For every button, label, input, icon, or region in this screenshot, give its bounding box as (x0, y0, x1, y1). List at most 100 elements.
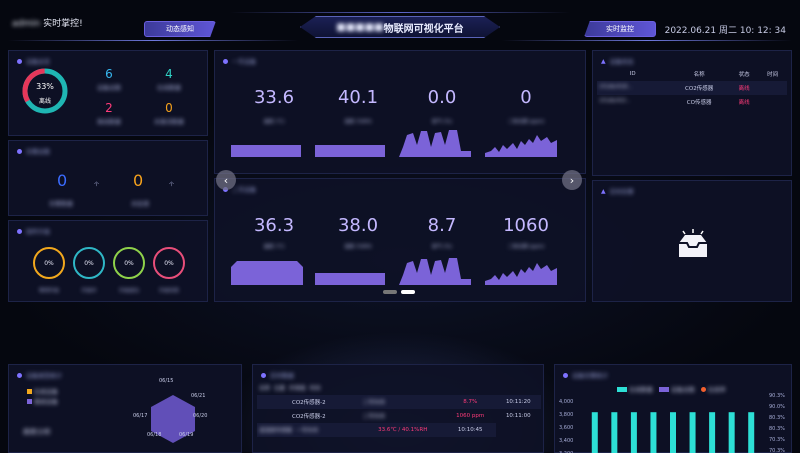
datetime: 2022.06.21 周二 10: 12: 34 (664, 26, 786, 36)
realtime-alarm-panel: ▲ 实时告警 (592, 180, 792, 302)
empty-inbox-icon (679, 229, 707, 257)
panel-title: 设备总览 (17, 57, 50, 66)
temp-value: 36.3 (253, 215, 295, 236)
sensor-card-2: 二号设备 36.3 38.0 8.7 1060 温度 (℃) 湿度 (%RH) … (214, 178, 586, 302)
panel-title: 实时数据 (261, 371, 294, 380)
bar (748, 412, 755, 453)
device-overview-panel: 设备总览 33% 离线 6 设备总数 4 在线数量 2 离线数量 0 未激活数量 (8, 50, 208, 136)
upgrade-ring-4: 0% (153, 247, 185, 279)
device-stats-chart: 4,0003,8003,6003,4003,20090.3%90.0%80.3%… (559, 393, 785, 453)
bar (611, 412, 618, 453)
header-line-left (8, 40, 298, 41)
bar (709, 412, 716, 453)
upgrade-ring-1: 0% (33, 247, 65, 279)
realtime-data-panel: 实时数据 名称 位置 环境值 时间 CO2传感器-2 二号车间 8.7% 10:11:20 … (252, 364, 544, 453)
table-row[interactable]: CO2传感器-2 二号车间 1060 ppm 10:11:00 (257, 409, 541, 423)
y2-tick-label: 70.3% (769, 437, 785, 443)
co2-sparkline (485, 263, 557, 285)
bullet-icon (17, 373, 22, 378)
online-rate-donut (22, 68, 68, 114)
triangle-icon: ▲ (601, 58, 606, 65)
device-stats-chart-panel: 设备告警统计 在线数量 设备总数 在线率 4,000 3,800 3,600 3,40… (554, 364, 792, 453)
panel-title: 固件升级 (17, 227, 50, 236)
triangle-icon: ▲ (601, 188, 606, 195)
panel-title: ▲ 设备状态 (601, 58, 634, 66)
carousel-dot-1[interactable] (383, 290, 397, 294)
carousel-dot-2[interactable] (401, 290, 415, 294)
humidity-value: 40.1 (337, 87, 379, 108)
co2-value: 1060 (503, 215, 549, 236)
device-distribution-panel: 设备类型统计 在线设备 离线设备 趋势分析 06/15 06/21 06/20 … (8, 364, 242, 453)
username: admin (12, 19, 41, 29)
y2-tick-label: 90.0% (769, 404, 785, 410)
alarm-label: 告警数量 (49, 201, 74, 208)
bar (630, 412, 637, 453)
table-row[interactable]: CO2传感器-2 二号车间 8.7% 10:11:20 (257, 395, 541, 409)
title-suffix: 物联网可视化平台 (383, 23, 464, 35)
y-tick-label: 3,600 (559, 425, 573, 431)
alarm-count: 0 (57, 171, 68, 190)
legend-item-1: 在线设备 (27, 387, 58, 396)
temp-sparkline (231, 145, 301, 157)
header-top-line (230, 12, 570, 13)
panel-title: 告警总数 (17, 147, 50, 156)
bullet-icon (17, 149, 22, 154)
bullet-icon (17, 229, 22, 234)
subtitle: 趋势分析 (23, 428, 51, 436)
page-title: ■■■■■ 物联网可视化平台 (300, 16, 500, 38)
co2-sparkline (485, 135, 557, 157)
panel-title: 一号设备 (223, 57, 256, 66)
dynamic-perception-button[interactable]: 动态感知 (144, 21, 216, 37)
panel-title: ▲ 实时告警 (601, 188, 634, 196)
y-tick-label: 3,400 (559, 438, 573, 444)
device-status-table: ID 名称 状态 时间 1f1db/418... CO2传感器 离线 1f1db/41f.… (597, 67, 787, 109)
y2-tick-label: 90.3% (769, 393, 785, 399)
alarm-unit: 个 (94, 182, 100, 188)
upgrade-ring-3: 0% (113, 247, 145, 279)
bullet-icon (261, 373, 266, 378)
humidity-sparkline (315, 145, 385, 157)
stat-online: 4 在线数量 (156, 67, 181, 92)
table-row[interactable]: 1f1db/418... CO2传感器 离线 (597, 81, 787, 95)
upgrade-panel: 固件升级 0% 0% 0% 0% 等待升级 升级中 升级成功 升级失败 (8, 220, 208, 302)
bar (591, 412, 598, 453)
bar (650, 412, 657, 453)
table-row[interactable]: 温湿度传感器 一号车间 33.6℃ / 40.1%RH 10:10:45 (257, 423, 541, 437)
unprocessed-unit: 个 (169, 182, 175, 188)
bar (689, 412, 696, 453)
bullet-icon (17, 59, 22, 64)
ammonia-sparkline (399, 130, 471, 157)
y-tick-label: 4,000 (559, 399, 573, 405)
stat-inactive: 0 未激活数量 (153, 101, 184, 126)
temp-sparkline (231, 261, 303, 285)
carousel-prev-button[interactable]: ‹ (216, 170, 236, 190)
header-line-right (502, 40, 792, 41)
donut-label: 离线 (38, 98, 51, 105)
panel-title: 设备类型统计 (17, 371, 62, 380)
y2-tick-label: 80.3% (769, 426, 785, 432)
donut-percent: 33% (36, 82, 54, 91)
co2-value: 0 (520, 87, 532, 108)
carousel-next-button[interactable]: › (562, 170, 582, 190)
bullet-icon (223, 59, 228, 64)
table-row[interactable]: 1f1db/41f... CO传感器 离线 (597, 95, 787, 109)
stat-offline: 2 离线数量 (96, 101, 121, 126)
humidity-value: 38.0 (337, 215, 379, 236)
bar (728, 412, 735, 453)
unprocessed-count: 0 (133, 171, 144, 190)
y-tick-label: 3,800 (559, 412, 573, 418)
realtime-label: 实时掌控! (43, 19, 83, 29)
stat-total: 6 设备总数 (96, 67, 121, 92)
legend-item-2: 离线设备 (27, 397, 58, 406)
unprocessed-label: 未处理 (131, 201, 150, 208)
ammonia-value: 8.7 (427, 215, 457, 236)
realtime-data-table: 名称 位置 环境值 时间 CO2传感器-2 二号车间 8.7% 10:11:20 CO2传感… (257, 381, 541, 437)
bar (670, 412, 676, 453)
device-status-panel: ▲ 设备状态 ID 名称 状态 时间 1f1db/418... CO2传感器 离线 1f1d… (592, 50, 792, 176)
y2-tick-label: 80.3% (769, 415, 785, 421)
title-prefix: ■■■■■ (336, 21, 384, 33)
upgrade-ring-2: 0% (73, 247, 105, 279)
humidity-sparkline (315, 273, 385, 285)
ammonia-sparkline (399, 258, 471, 285)
realtime-monitor-button[interactable]: 实时监控 (584, 21, 656, 37)
